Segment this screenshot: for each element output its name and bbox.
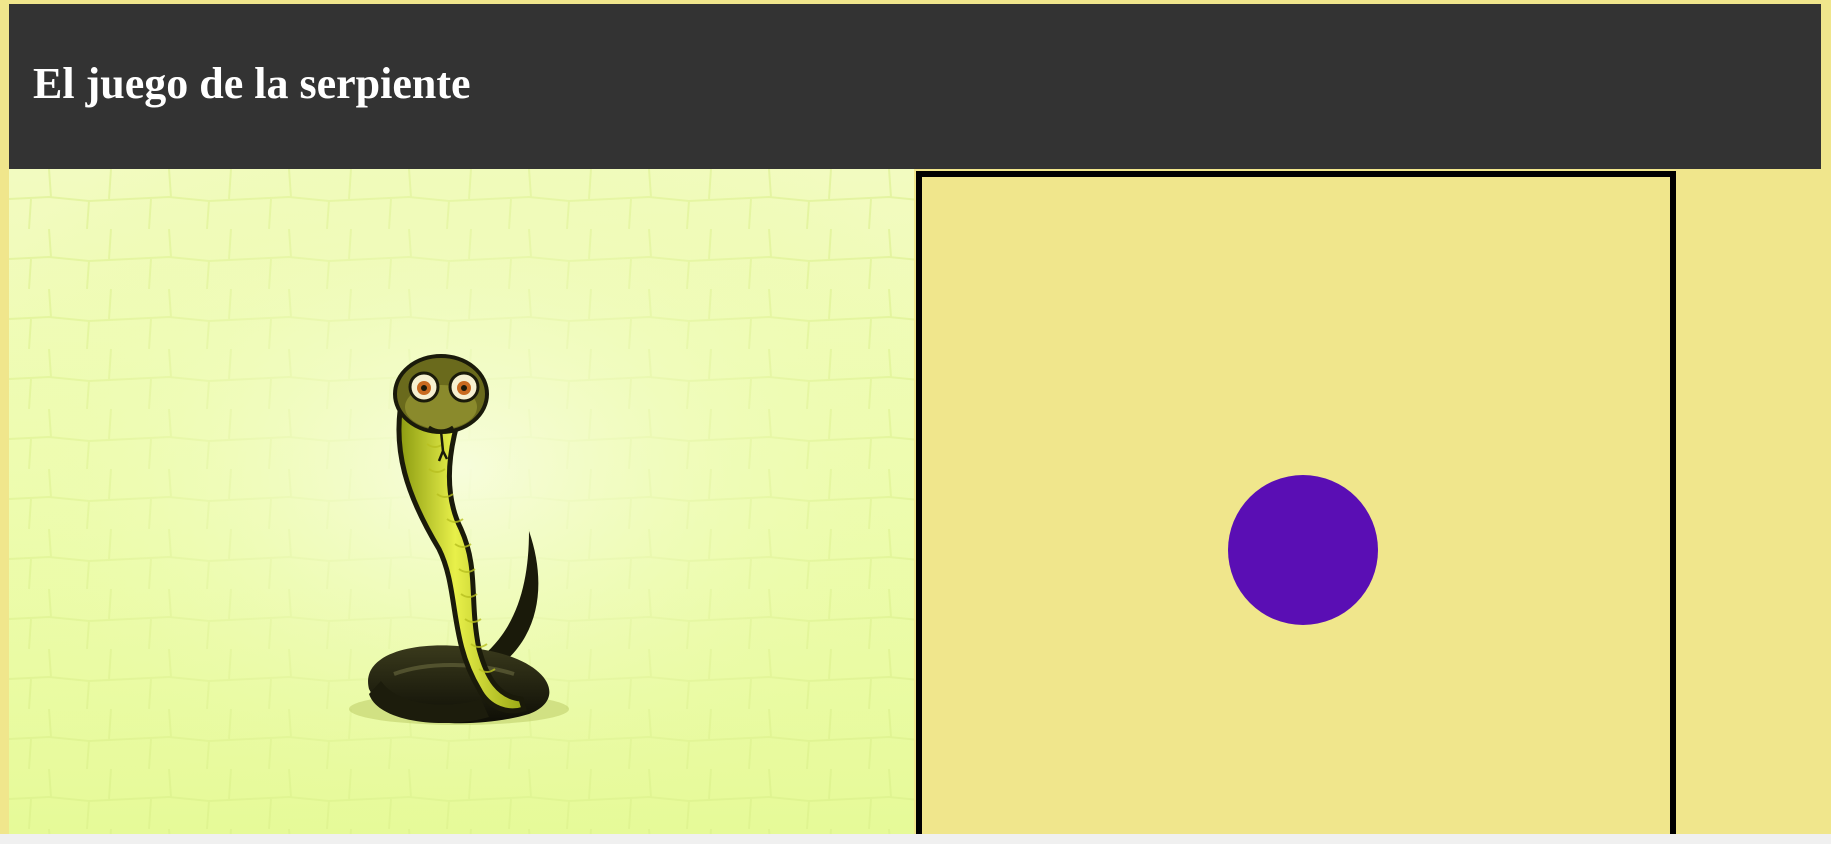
- page-header: El juego de la serpiente: [9, 4, 1821, 169]
- page-bottom-strip: [0, 834, 1831, 844]
- snake-illustration-panel: [9, 169, 914, 834]
- game-board[interactable]: [916, 171, 1676, 841]
- page-title: El juego de la serpiente: [33, 59, 471, 108]
- page: El juego de la serpiente: [0, 0, 1831, 841]
- food-dot: [1228, 475, 1378, 625]
- snake-cobra-illustration-icon: [9, 169, 914, 834]
